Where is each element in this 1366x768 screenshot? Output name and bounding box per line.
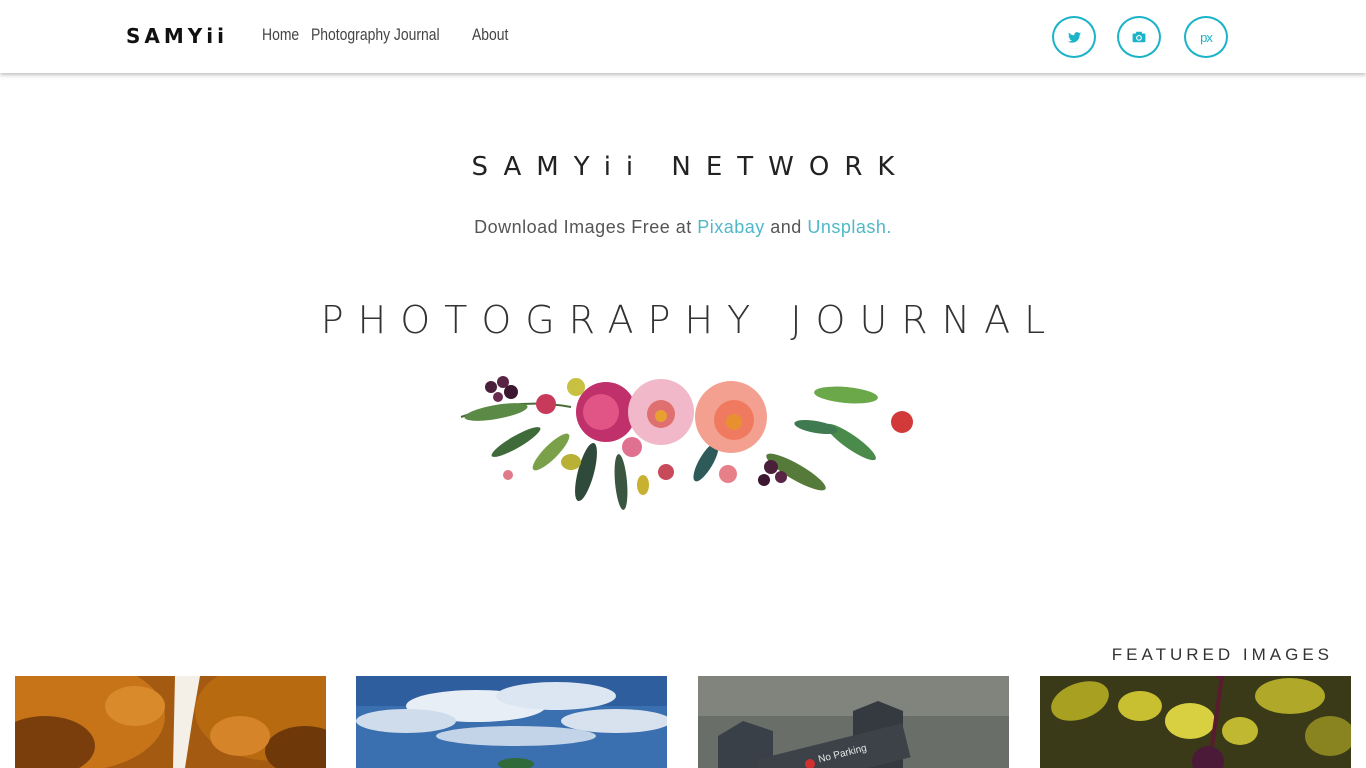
top-navbar: SAMYii Home Photography Journal About px [0, 0, 1366, 73]
brand-logo[interactable]: SAMYii [126, 24, 228, 48]
tagline: Download Images Free at Pixabay and Unsp… [0, 217, 1366, 238]
autumn-trees-image[interactable] [15, 676, 326, 768]
no-parking-sign-image[interactable]: No Parking [698, 676, 1009, 768]
twitter-button[interactable] [1052, 16, 1096, 58]
page-heading: PHOTOGRAPHY JOURNAL [320, 298, 1060, 342]
instagram-button[interactable] [1117, 16, 1161, 58]
rose-hip-leaves-image[interactable] [1040, 676, 1351, 768]
nav-link-photography-journal[interactable]: Photography Journal [311, 25, 440, 45]
site-title: SAMYii NETWORK [471, 152, 910, 182]
500px-button[interactable]: px [1184, 16, 1228, 58]
tagline-text: Download Images Free at [474, 217, 698, 237]
featured-images-label: FEATURED IMAGES [1111, 645, 1333, 664]
tagline-and: and [764, 217, 808, 237]
blue-sky-clouds-image[interactable] [356, 676, 667, 768]
camera-icon [1132, 31, 1146, 43]
500px-icon: px [1200, 29, 1213, 45]
twitter-icon [1067, 31, 1081, 43]
nav-link-home[interactable]: Home [262, 25, 299, 45]
floral-illustration [460, 376, 913, 510]
main-nav: Home Photography Journal About [262, 25, 509, 45]
pixabay-link[interactable]: Pixabay [697, 217, 765, 237]
nav-link-about[interactable]: About [472, 25, 508, 45]
unsplash-link[interactable]: Unsplash. [807, 217, 892, 237]
